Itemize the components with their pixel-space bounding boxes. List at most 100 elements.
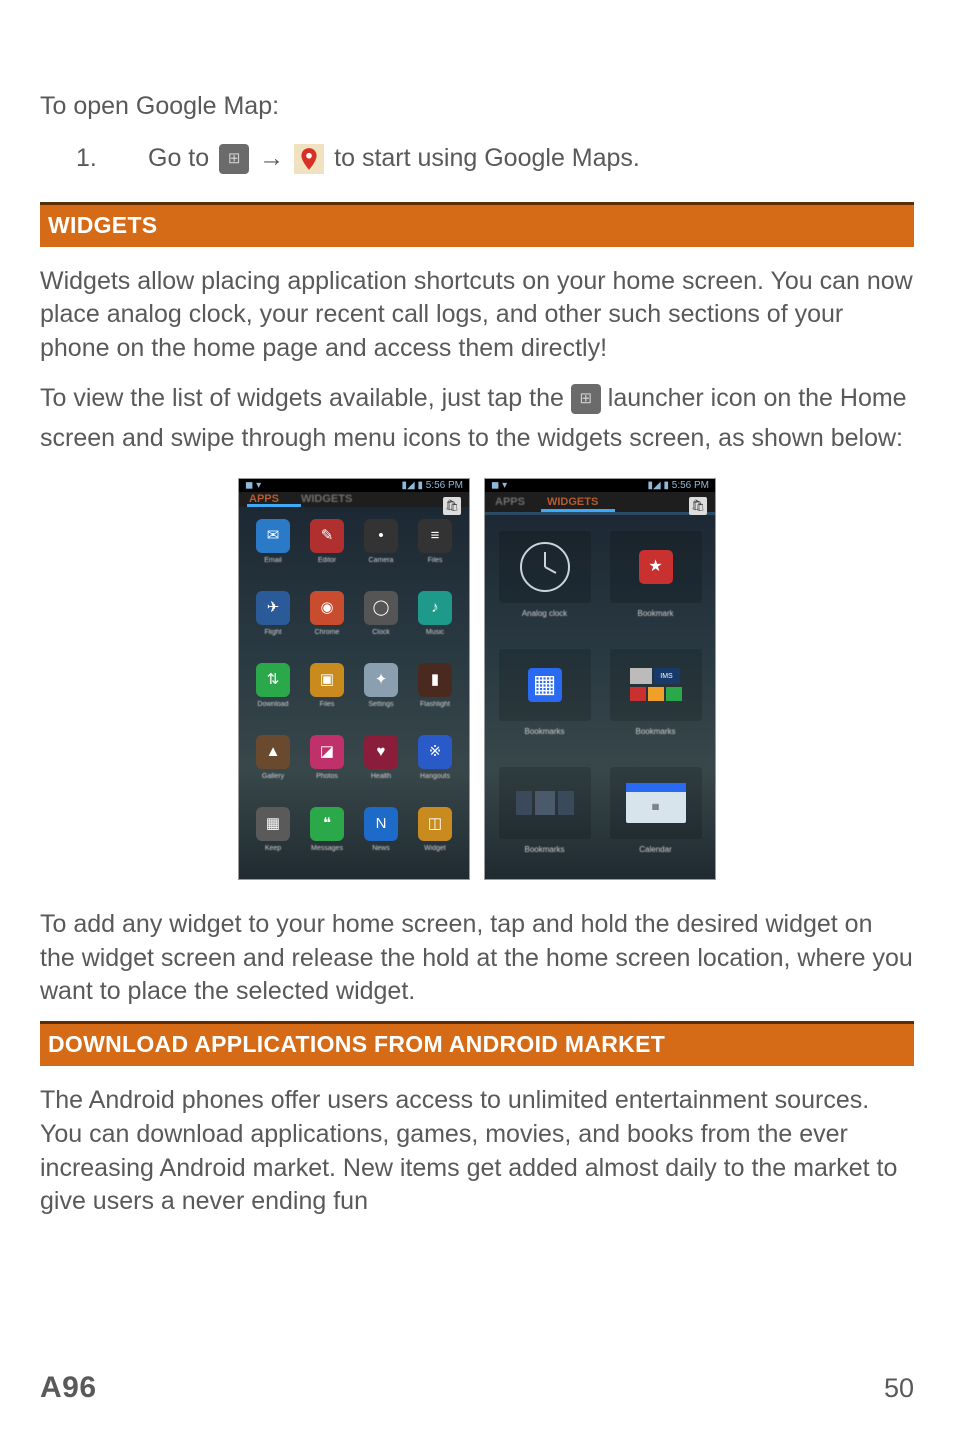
app-icon: ✈: [256, 591, 290, 625]
widget-label: Bookmark: [637, 609, 673, 620]
page-footer: A96 50: [40, 1371, 914, 1405]
app-label: Files: [428, 557, 443, 564]
status-bar: ◼ ▾ ▮◢ ▮ 5:56 PM: [239, 479, 469, 493]
status-right-2: ▮◢ ▮ 5:56 PM: [648, 479, 710, 493]
app-icon: ◪: [310, 735, 344, 769]
app-label: Camera: [369, 557, 394, 564]
widgets-para-3: To add any widget to your home screen, t…: [40, 908, 914, 1009]
app-icon: ▣: [310, 663, 344, 697]
section-download-heading: DOWNLOAD APPLICATIONS FROM ANDROID MARKE…: [40, 1021, 914, 1066]
app-label: Clock: [372, 629, 390, 636]
google-maps-icon: [294, 144, 324, 174]
app-label: Widget: [424, 845, 446, 852]
app-icon: ※: [418, 735, 452, 769]
app-cell: ▮Flashlight: [409, 663, 461, 731]
step-after: to start using Google Maps.: [334, 142, 640, 176]
widget-label: Analog clock: [522, 609, 567, 620]
shop-icon-2: 🛍: [689, 497, 707, 515]
app-cell: ✦ Settings: [355, 663, 407, 731]
tab-widgets: WIDGETS: [301, 492, 352, 507]
app-drawer-icon: ⊞: [219, 144, 249, 174]
intro-text: To open Google Map:: [40, 90, 914, 124]
step-num: 1.: [76, 142, 138, 176]
tab-widgets-2: WIDGETS: [547, 495, 598, 510]
app-label: Music: [426, 629, 444, 636]
app-icon: ✉: [256, 519, 290, 553]
download-para-1: The Android phones offer users access to…: [40, 1084, 914, 1219]
app-cell: ◫ Widget: [409, 807, 461, 875]
widget-cell: Bookmarks: [493, 763, 596, 871]
app-cell: ✉ Email: [247, 519, 299, 587]
app-icon: ♥: [364, 735, 398, 769]
app-label: Editor: [318, 557, 336, 564]
widgets-para-1: Widgets allow placing application shortc…: [40, 265, 914, 366]
app-icon: •: [364, 519, 398, 553]
launcher-icon: ⊞: [571, 384, 601, 414]
section-widgets-heading: WIDGETS: [40, 202, 914, 247]
app-cell: ◪ Photos: [301, 735, 353, 803]
status-bar-2: ◼ ▾ ▮◢ ▮ 5:56 PM: [485, 479, 715, 493]
widget-label: Bookmarks: [524, 727, 564, 738]
app-cell: ◉ Chrome: [301, 591, 353, 659]
apps-screenshot: ◼ ▾ ▮◢ ▮ 5:56 PM APPS WIDGETS 🛍 ✉Email✎E…: [238, 478, 470, 880]
footer-page-number: 50: [884, 1373, 914, 1404]
app-icon: ◉: [310, 591, 344, 625]
apps-grid: ✉ Email ✎ Editor • Camera ≡ Files ✈ Flight ◉ Chrome…: [247, 519, 461, 875]
app-icon: N: [364, 807, 398, 841]
app-label: Photos: [316, 773, 338, 780]
widget-preview: ▦: [610, 767, 702, 839]
app-label: Email: [264, 557, 282, 564]
app-cell: ▣ Files: [301, 663, 353, 731]
active-tab-underline: [247, 504, 301, 507]
app-icon: ✦: [364, 663, 398, 697]
app-label: Flight: [264, 629, 281, 636]
widget-preview: [499, 767, 591, 839]
app-cell: ⇅Download: [247, 663, 299, 731]
widget-label: Calendar: [639, 845, 671, 856]
widgets-screenshot: ◼ ▾ ▮◢ ▮ 5:56 PM APPS WIDGETS 🛍 Analog c…: [484, 478, 716, 880]
active-tab-underline-2: [541, 509, 615, 512]
widget-label: Bookmarks: [635, 727, 675, 738]
tab-bar-2: APPS WIDGETS 🛍: [485, 492, 715, 512]
shop-icon: 🛍: [443, 497, 461, 515]
app-label: Messages: [311, 845, 343, 852]
app-icon: ✎: [310, 519, 344, 553]
widget-cell: Analog clock: [493, 527, 596, 635]
app-cell: ◯Clock: [355, 591, 407, 659]
app-cell: ≡ Files: [409, 519, 461, 587]
widgets-grid: Analog clock★Bookmark▦BookmarksIMSBookma…: [493, 527, 707, 871]
app-cell: ▦Keep: [247, 807, 299, 875]
app-cell: ✈ Flight: [247, 591, 299, 659]
app-icon: ♪: [418, 591, 452, 625]
arrow-icon: →: [259, 142, 284, 176]
widget-cell: ▦Bookmarks: [493, 645, 596, 753]
app-label: Flashlight: [420, 701, 450, 708]
step-before: Go to: [148, 142, 209, 176]
widget-cell: ▦ Calendar: [604, 763, 707, 871]
widgets-para-2: To view the list of widgets available, j…: [40, 378, 914, 458]
app-cell: NNews: [355, 807, 407, 875]
widget-cell: IMSBookmarks: [604, 645, 707, 753]
app-label: Chrome: [315, 629, 340, 636]
app-label: Health: [371, 773, 391, 780]
app-icon: ≡: [418, 519, 452, 553]
status-left: ◼ ▾: [245, 479, 261, 493]
app-cell: ❝ Messages: [301, 807, 353, 875]
app-label: Keep: [265, 845, 281, 852]
app-cell: ♥ Health: [355, 735, 407, 803]
widget-preview: ★: [610, 531, 702, 603]
app-label: Settings: [368, 701, 393, 708]
widgets-para-2a: To view the list of widgets available, j…: [40, 384, 571, 412]
app-icon: ◫: [418, 807, 452, 841]
tab-apps-2: APPS: [495, 495, 525, 510]
app-icon: ⇅: [256, 663, 290, 697]
app-cell: ♪ Music: [409, 591, 461, 659]
widget-cell: ★ Bookmark: [604, 527, 707, 635]
app-icon: ❝: [310, 807, 344, 841]
screenshots-row: ◼ ▾ ▮◢ ▮ 5:56 PM APPS WIDGETS 🛍 ✉ Email ✎ E…: [40, 478, 914, 880]
step-1: 1. Go to ⊞ → to start using Google Maps.: [40, 142, 914, 176]
widget-label: Bookmarks: [524, 845, 564, 856]
app-label: Files: [320, 701, 335, 708]
footer-model: A96: [40, 1371, 97, 1405]
status-left-2: ◼ ▾: [491, 479, 507, 493]
